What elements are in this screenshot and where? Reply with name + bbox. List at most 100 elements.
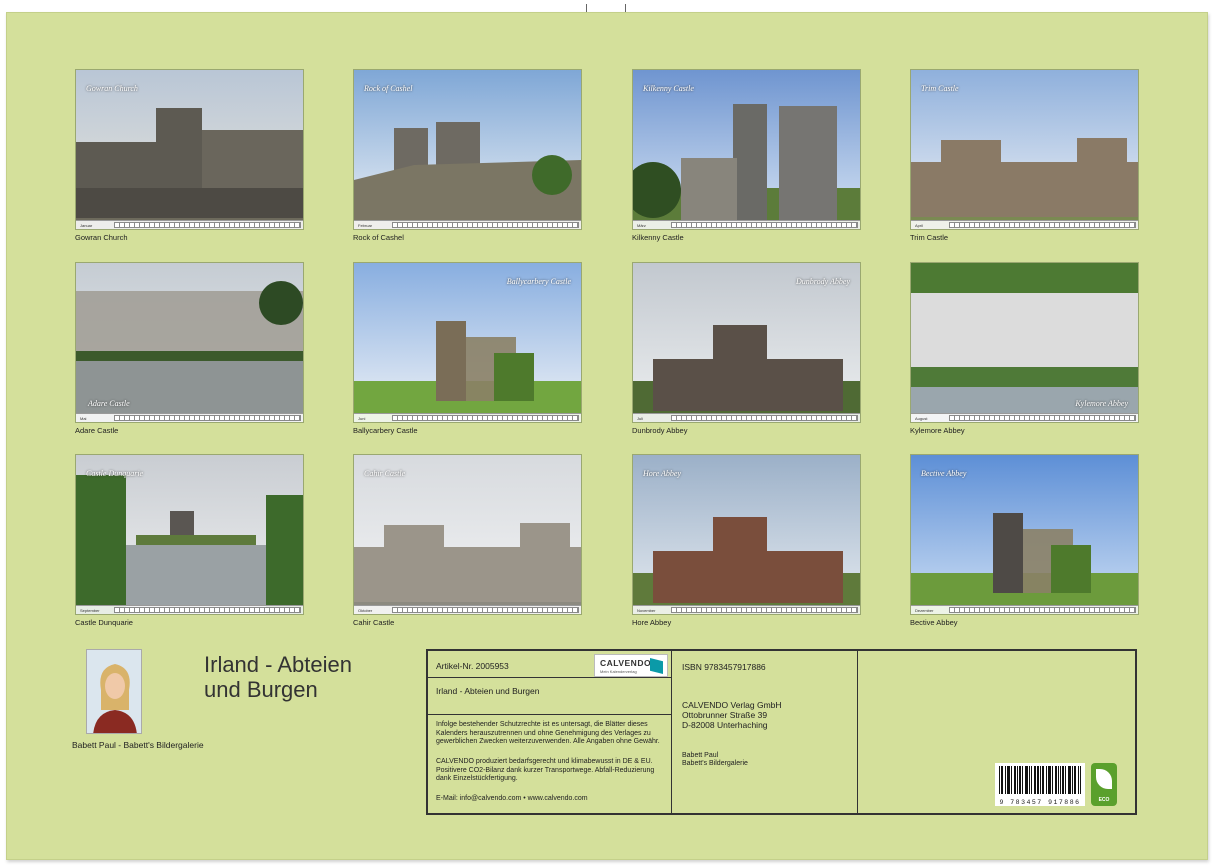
photo-title: Rock of Cashel [364, 84, 413, 93]
calendarium-strip: September [76, 605, 303, 614]
month-photo: Kilkenny Castle März [632, 69, 861, 230]
barcode-bar [1019, 766, 1020, 794]
barcode-bar [1005, 766, 1006, 794]
barcode-bar [1017, 766, 1018, 794]
barcode-bar [1055, 766, 1056, 794]
calendarium-strip: Juni [354, 413, 581, 422]
barcode-bar [1002, 766, 1003, 794]
barcode-bar [1063, 766, 1064, 794]
legal-notice: Infolge bestehender Schutzrechte ist es … [436, 721, 660, 745]
calendarium-strip: April [911, 220, 1138, 229]
day-grid [949, 222, 1136, 228]
month-photo: Castle Dunquarie September [75, 454, 304, 615]
photo-title: Kylemore Abbey [1075, 399, 1128, 408]
barcode-bar [1062, 766, 1063, 794]
photo-title: Ballycarbery Castle [506, 277, 571, 286]
month-photo: Rock of Cashel Februar [353, 69, 582, 230]
photo-caption: Kylemore Abbey [910, 426, 965, 435]
publisher-name: CALVENDO Verlag GmbH [682, 700, 782, 710]
month-photo: Trim Castle April [910, 69, 1139, 230]
barcode-bar [1031, 766, 1032, 794]
month-label: November [637, 607, 656, 613]
day-grid [392, 415, 579, 421]
barcode-bar [1026, 766, 1027, 794]
calendar-title-line1: Irland - Abteien [204, 652, 352, 677]
photo-title: Kilkenny Castle [643, 84, 694, 93]
barcode-bar [1043, 766, 1044, 794]
barcode-bar [1009, 766, 1010, 794]
month-photo: Dunbrody Abbey Juli [632, 262, 861, 423]
month-tile: Kilkenny Castle März Kilkenny Castle [632, 69, 861, 242]
photo-title: Cahir Castle [364, 469, 406, 478]
month-photo: Cahir Castle Oktober [353, 454, 582, 615]
photo-caption: Adare Castle [75, 426, 119, 435]
calendarium-strip: August [911, 413, 1138, 422]
climate-notice: CALVENDO produziert bedarfsgerecht und k… [436, 758, 655, 782]
barcode-bar [1042, 766, 1043, 794]
month-tile: Rock of Cashel Februar Rock of Cashel [353, 69, 582, 242]
barcode-bar [1058, 766, 1059, 794]
leaf-icon [1096, 769, 1112, 789]
product-title: Irland - Abteien und Burgen [436, 686, 540, 696]
barcode-bar [1060, 766, 1061, 794]
barcode-bar [1022, 766, 1023, 794]
calendarium-strip: Januar [76, 220, 303, 229]
month-label: April [915, 222, 924, 228]
day-grid [671, 222, 858, 228]
month-label: Dezember [915, 607, 934, 613]
photo-title: Adare Castle [88, 399, 130, 408]
photo-caption: Gowran Church [75, 233, 128, 242]
photo-caption: Bective Abbey [910, 618, 958, 627]
calvendo-logo: CALVENDO Mein Kalenderverlag [594, 654, 668, 677]
day-grid [949, 607, 1136, 613]
barcode-bar [1008, 766, 1009, 794]
barcode-bar [1078, 766, 1079, 794]
month-label: Oktober [358, 607, 373, 613]
month-tile: Hore Abbey November Hore Abbey [632, 454, 861, 627]
barcode-bar [1040, 766, 1041, 794]
barcode-bar [1025, 766, 1026, 794]
calendarium-strip: März [633, 220, 860, 229]
publisher-street: Ottobrunner Straße 39 [682, 710, 768, 720]
calvendo-logo-word: CALVENDO [600, 658, 652, 668]
barcode-bar [999, 766, 1000, 794]
author-photo [86, 649, 142, 734]
photo-caption: Hore Abbey [632, 618, 672, 627]
month-tile: Cahir Castle Oktober Cahir Castle [353, 454, 582, 627]
month-label: Juni [358, 415, 366, 421]
calendarium-strip: Oktober [354, 605, 581, 614]
eco-label: ECO [1098, 797, 1110, 803]
barcode-bar [1001, 766, 1002, 794]
month-tile: Ballycarbery Castle Juni Ballycarbery Ca… [353, 262, 582, 435]
photo-title: Castle Dunquarie [86, 469, 144, 478]
barcode-bar [1068, 766, 1069, 794]
photo-title: Gowran Church [86, 84, 138, 93]
month-photo: Ballycarbery Castle Juni [353, 262, 582, 423]
barcode-bars [999, 766, 1081, 794]
barcode-bar [1048, 766, 1049, 794]
month-tile: Castle Dunquarie September Castle Dunqua… [75, 454, 304, 627]
month-tile: Bective Abbey Dezember Bective Abbey [910, 454, 1139, 627]
calendar-title-line2: und Burgen [204, 677, 318, 702]
photo-title: Dunbrody Abbey [796, 277, 850, 286]
month-photo: Hore Abbey November [632, 454, 861, 615]
barcode-bar [1074, 766, 1075, 794]
month-label: August [915, 415, 928, 421]
barcode-bar [1037, 766, 1038, 794]
photo-caption: Kilkenny Castle [632, 233, 684, 242]
photo-caption: Trim Castle [910, 233, 949, 242]
photo-title: Trim Castle [921, 84, 959, 93]
calendarium-strip: November [633, 605, 860, 614]
month-tile: Adare Castle Mai Adare Castle [75, 262, 304, 435]
publisher-city: D-82008 Unterhaching [682, 720, 768, 730]
month-label: Januar [80, 222, 93, 228]
month-tile: Gowran Church Januar Gowran Church [75, 69, 304, 242]
day-grid [949, 415, 1136, 421]
barcode-bar [1065, 766, 1066, 794]
barcode-bar [1072, 766, 1073, 794]
barcode-bar [1027, 766, 1028, 794]
barcode-bar [1075, 766, 1076, 794]
month-label: März [637, 222, 646, 228]
month-label: Mai [80, 415, 87, 421]
barcode-bar [1046, 766, 1047, 794]
